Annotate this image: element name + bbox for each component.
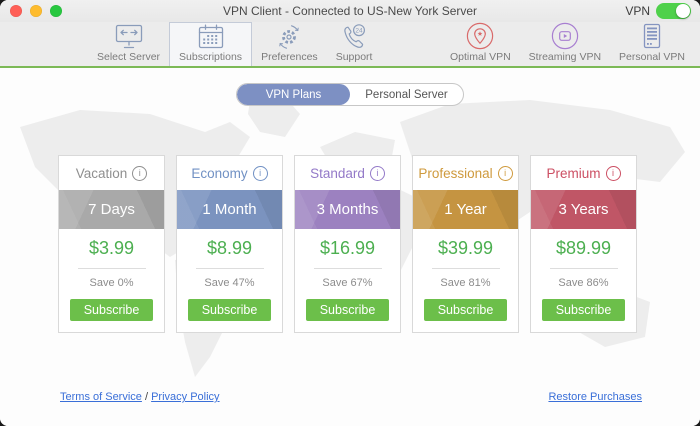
info-icon[interactable]: i — [606, 166, 621, 181]
minimize-window-button[interactable] — [30, 5, 42, 17]
plan-save-label: Save 81% — [413, 277, 518, 289]
toolbar-item-label: Select Server — [97, 51, 160, 63]
restore-purchases-area: Restore Purchases — [548, 391, 642, 403]
phone-24-icon: 24 — [339, 23, 369, 50]
window-controls — [10, 5, 62, 17]
plan-name: Economy — [191, 166, 247, 181]
gear-sync-icon — [274, 23, 304, 50]
toolbar-item-select-server[interactable]: Select Server — [88, 22, 169, 66]
plan-title-row: Economy i — [177, 156, 282, 190]
title-bar: VPN Client - Connected to US-New York Se… — [0, 0, 700, 22]
legal-links: Terms of Service / Privacy Policy — [60, 391, 220, 403]
svg-text:24: 24 — [355, 27, 363, 34]
main-content: VPN Plans Personal Server Vacation i 7 D… — [0, 68, 700, 426]
plan-price: $8.99 — [177, 238, 282, 259]
vpn-client-window: VPN Client - Connected to US-New York Se… — [0, 0, 700, 426]
window-title: VPN Client - Connected to US-New York Se… — [223, 4, 477, 18]
plan-duration-banner: 7 Days — [59, 190, 164, 229]
privacy-policy-link[interactable]: Privacy Policy — [151, 391, 219, 403]
toolbar-item-subscriptions[interactable]: Subscriptions — [169, 22, 252, 66]
toolbar-item-label: Optimal VPN — [450, 51, 511, 63]
plan-price: $16.99 — [295, 238, 400, 259]
toolbar-item-label: Streaming VPN — [529, 51, 601, 63]
divider — [196, 268, 264, 269]
plan-title-row: Standard i — [295, 156, 400, 190]
subscribe-button[interactable]: Subscribe — [306, 299, 389, 321]
divider — [550, 268, 618, 269]
plan-duration-banner: 1 Month — [177, 190, 282, 229]
play-circle-icon — [551, 22, 579, 50]
close-window-button[interactable] — [10, 5, 22, 17]
info-icon[interactable]: i — [498, 166, 513, 181]
toolbar-item-label: Personal VPN — [619, 51, 685, 63]
toolbar-item-preferences[interactable]: Preferences — [252, 22, 327, 66]
plan-save-label: Save 0% — [59, 277, 164, 289]
plan-title-row: Premium i — [531, 156, 636, 190]
plan-price: $3.99 — [59, 238, 164, 259]
restore-purchases-link[interactable]: Restore Purchases — [548, 391, 642, 403]
plan-duration-banner: 1 Year — [413, 190, 518, 229]
toolbar-right-group: Optimal VPN Streaming VPN — [441, 22, 694, 66]
plan-title-row: Vacation i — [59, 156, 164, 190]
info-icon[interactable]: i — [253, 166, 268, 181]
plan-card-standard: Standard i 3 Months $16.99 Save 67% Subs… — [294, 155, 401, 333]
divider — [314, 268, 382, 269]
terms-of-service-link[interactable]: Terms of Service — [60, 391, 142, 403]
toggle-knob — [676, 4, 690, 18]
info-icon[interactable]: i — [370, 166, 385, 181]
plan-card-professional: Professional i 1 Year $39.99 Save 81% Su… — [412, 155, 519, 333]
plan-price: $39.99 — [413, 238, 518, 259]
zoom-window-button[interactable] — [50, 5, 62, 17]
plan-duration-banner: 3 Years — [531, 190, 636, 229]
plan-save-label: Save 86% — [531, 277, 636, 289]
plan-title-row: Professional i — [413, 156, 518, 190]
plan-card-vacation: Vacation i 7 Days $3.99 Save 0% Subscrib… — [58, 155, 165, 333]
tab-personal-server[interactable]: Personal Server — [350, 84, 463, 105]
plan-name: Professional — [418, 166, 492, 181]
plans-segmented-control: VPN Plans Personal Server — [236, 83, 464, 106]
toolbar-item-optimal-vpn[interactable]: Optimal VPN — [441, 22, 520, 66]
plan-save-label: Save 47% — [177, 277, 282, 289]
divider — [78, 268, 146, 269]
subscribe-button[interactable]: Subscribe — [188, 299, 271, 321]
vpn-on-off-toggle[interactable] — [656, 3, 691, 19]
toolbar-item-personal-vpn[interactable]: Personal VPN — [610, 22, 694, 66]
info-icon[interactable]: i — [132, 166, 147, 181]
plan-card-economy: Economy i 1 Month $8.99 Save 47% Subscri… — [176, 155, 283, 333]
plan-save-label: Save 67% — [295, 277, 400, 289]
toolbar-item-label: Support — [336, 51, 373, 63]
calendar-icon — [196, 23, 226, 50]
toolbar-item-label: Preferences — [261, 51, 318, 63]
plan-name: Standard — [310, 166, 365, 181]
subscribe-button[interactable]: Subscribe — [542, 299, 625, 321]
toolbar-item-streaming-vpn[interactable]: Streaming VPN — [520, 22, 610, 66]
pin-star-icon — [466, 22, 494, 50]
tab-vpn-plans[interactable]: VPN Plans — [237, 84, 350, 105]
divider — [432, 268, 500, 269]
plan-name: Premium — [546, 166, 600, 181]
link-separator: / — [142, 391, 151, 403]
monitor-arrows-icon — [114, 23, 144, 50]
vpn-toggle-label: VPN — [625, 4, 650, 18]
toolbar-item-label: Subscriptions — [179, 51, 242, 63]
server-stack-icon — [639, 22, 665, 50]
subscribe-button[interactable]: Subscribe — [70, 299, 153, 321]
plan-card-premium: Premium i 3 Years $89.99 Save 86% Subscr… — [530, 155, 637, 333]
toolbar-item-support[interactable]: 24 Support — [327, 22, 382, 66]
subscribe-button[interactable]: Subscribe — [424, 299, 507, 321]
plan-name: Vacation — [76, 166, 128, 181]
plan-price: $89.99 — [531, 238, 636, 259]
toolbar: Select Server Subscriptions — [0, 22, 700, 66]
plan-duration-banner: 3 Months — [295, 190, 400, 229]
vpn-toggle-area: VPN — [625, 3, 691, 19]
pricing-cards-row: Vacation i 7 Days $3.99 Save 0% Subscrib… — [58, 155, 637, 333]
